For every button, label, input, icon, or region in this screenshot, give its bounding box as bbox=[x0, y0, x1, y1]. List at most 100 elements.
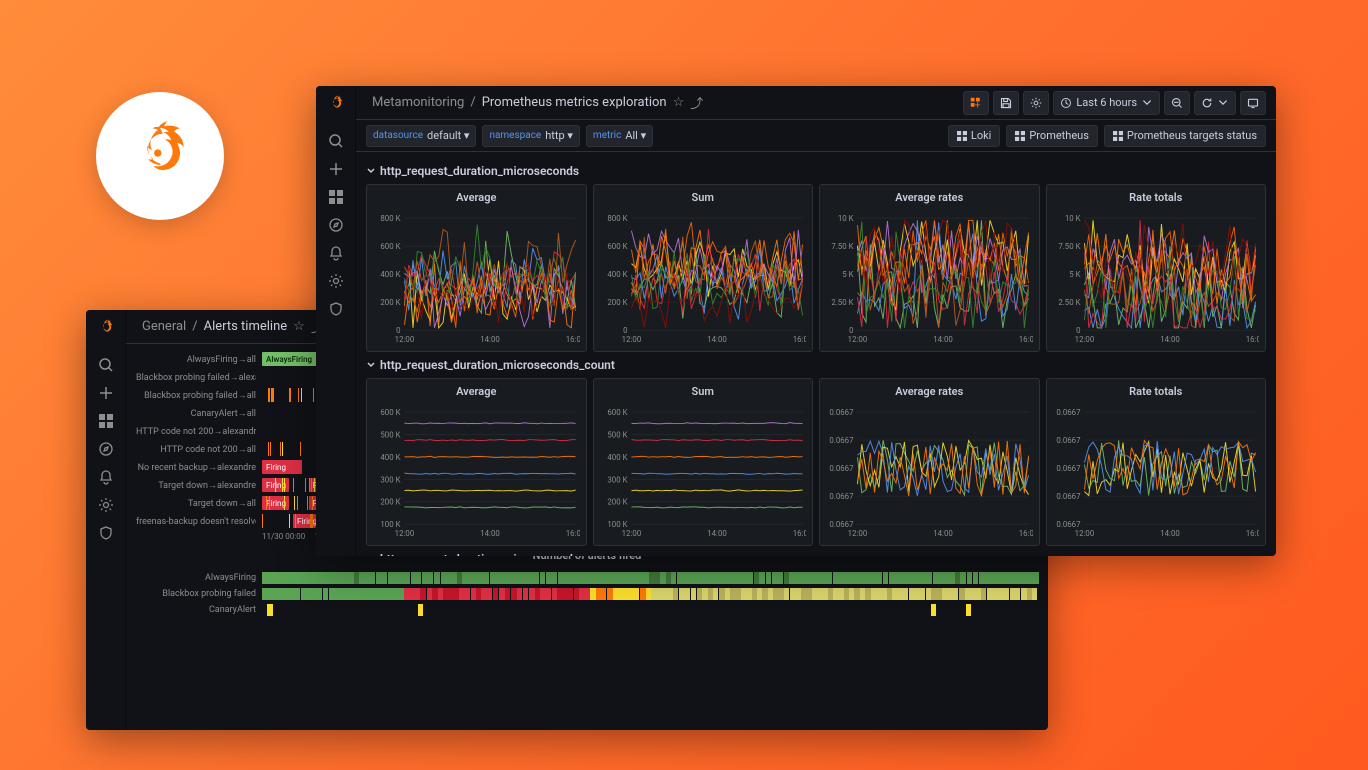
svg-text:14:00: 14:00 bbox=[1160, 529, 1180, 538]
panel[interactable]: Sum100 K200 K300 K400 K500 K600 K12:0014… bbox=[593, 378, 814, 546]
dashboard-icon[interactable] bbox=[92, 407, 120, 435]
topbar: Metamonitoring / Prometheus metrics expl… bbox=[356, 86, 1276, 120]
breadcrumb-separator: / bbox=[470, 95, 475, 110]
dashboard-link[interactable]: Loki bbox=[948, 125, 1000, 147]
svg-text:0.0667: 0.0667 bbox=[1056, 520, 1081, 529]
svg-text:2.50 K: 2.50 K bbox=[831, 298, 853, 307]
window-prometheus-metrics: Metamonitoring / Prometheus metrics expl… bbox=[316, 86, 1276, 556]
alerting-bell-icon[interactable] bbox=[92, 463, 120, 491]
alert-label: HTTP code not 200→all bbox=[136, 444, 256, 455]
alert-label: HTTP code not 200→alexandre bbox=[136, 426, 256, 437]
svg-text:800 K: 800 K bbox=[380, 214, 400, 223]
svg-text:0: 0 bbox=[1076, 326, 1080, 335]
svg-text:0: 0 bbox=[396, 326, 400, 335]
variable-metric[interactable]: metricAll ▾ bbox=[586, 125, 653, 147]
shield-icon[interactable] bbox=[322, 295, 350, 323]
breadcrumb-title[interactable]: Prometheus metrics exploration bbox=[482, 95, 667, 110]
svg-text:12:00: 12:00 bbox=[1074, 529, 1094, 538]
panel-title: Average rates bbox=[820, 185, 1039, 209]
panel[interactable]: Average rates02.50 K5 K7.50 K10 K12:0014… bbox=[819, 184, 1040, 352]
svg-text:200 K: 200 K bbox=[607, 498, 627, 507]
svg-text:16:00: 16:00 bbox=[1019, 335, 1033, 344]
svg-text:16:00: 16:00 bbox=[566, 529, 580, 538]
share-icon[interactable]: ⤴ bbox=[690, 93, 703, 112]
search-icon[interactable] bbox=[322, 127, 350, 155]
cycle-view-button[interactable] bbox=[1240, 91, 1266, 115]
row-header[interactable]: http_request_duration_microseconds_count bbox=[366, 352, 1266, 378]
svg-text:0: 0 bbox=[623, 326, 627, 335]
svg-text:0.0667: 0.0667 bbox=[1056, 408, 1081, 417]
variable-bar: datasourcedefault ▾ namespacehttp ▾ metric… bbox=[356, 120, 1276, 152]
zoom-out-button[interactable] bbox=[1164, 91, 1190, 115]
svg-text:200 K: 200 K bbox=[380, 498, 400, 507]
grafana-logo-icon[interactable] bbox=[95, 318, 117, 343]
dashboard-link[interactable]: Prometheus bbox=[1006, 125, 1098, 147]
panel[interactable]: Average100 K200 K300 K400 K500 K600 K12:… bbox=[366, 378, 587, 546]
alert-label: AlwaysFiring→all bbox=[136, 354, 256, 365]
search-icon[interactable] bbox=[92, 351, 120, 379]
svg-text:100 K: 100 K bbox=[380, 520, 400, 529]
plus-icon[interactable] bbox=[322, 155, 350, 183]
svg-text:12:00: 12:00 bbox=[848, 529, 868, 538]
plus-icon[interactable] bbox=[92, 379, 120, 407]
explore-icon[interactable] bbox=[322, 211, 350, 239]
svg-text:600 K: 600 K bbox=[607, 242, 627, 251]
row-header[interactable]: http_request_duration_microseconds_sum bbox=[366, 546, 1266, 556]
svg-text:10 K: 10 K bbox=[1064, 214, 1080, 223]
grafana-logo-icon[interactable] bbox=[325, 94, 347, 119]
alert-label: CanaryAlert→all bbox=[136, 408, 256, 419]
svg-text:400 K: 400 K bbox=[607, 453, 627, 462]
panel[interactable]: Rate totals02.50 K5 K7.50 K10 K12:0014:0… bbox=[1046, 184, 1267, 352]
settings-button[interactable] bbox=[1023, 91, 1049, 115]
fire-track[interactable] bbox=[262, 588, 1038, 600]
panel-title: Rate totals bbox=[1047, 379, 1266, 403]
time-range-picker[interactable]: Last 6 hours bbox=[1053, 91, 1160, 115]
breadcrumb-separator: / bbox=[192, 319, 197, 334]
shield-icon[interactable] bbox=[92, 519, 120, 547]
panel[interactable]: Average rates0.06670.06670.06670.06670.0… bbox=[819, 378, 1040, 546]
save-button[interactable] bbox=[993, 91, 1019, 115]
gear-icon[interactable] bbox=[322, 267, 350, 295]
svg-text:2.50 K: 2.50 K bbox=[1058, 298, 1080, 307]
variable-namespace[interactable]: namespacehttp ▾ bbox=[482, 125, 579, 147]
breadcrumb-folder[interactable]: Metamonitoring bbox=[372, 95, 464, 110]
svg-text:600 K: 600 K bbox=[607, 408, 627, 417]
fire-track[interactable] bbox=[262, 604, 1038, 616]
add-panel-button[interactable] bbox=[963, 91, 989, 115]
fire-label: Blackbox probing failed bbox=[136, 589, 256, 599]
svg-text:14:00: 14:00 bbox=[933, 529, 953, 538]
svg-text:16:00: 16:00 bbox=[1019, 529, 1033, 538]
explore-icon[interactable] bbox=[92, 435, 120, 463]
breadcrumb-title[interactable]: Alerts timeline bbox=[204, 319, 288, 334]
fire-label: CanaryAlert bbox=[136, 605, 256, 615]
alert-label: Target down→alexandre bbox=[136, 480, 256, 491]
svg-text:16:00: 16:00 bbox=[566, 335, 580, 344]
svg-text:0.0667: 0.0667 bbox=[1056, 492, 1081, 501]
svg-text:12:00: 12:00 bbox=[621, 529, 641, 538]
svg-text:0.0667: 0.0667 bbox=[1056, 436, 1081, 445]
row-header[interactable]: http_request_duration_microseconds bbox=[366, 158, 1266, 184]
star-icon[interactable]: ☆ bbox=[293, 319, 305, 334]
star-icon[interactable]: ☆ bbox=[673, 95, 685, 110]
breadcrumb-folder[interactable]: General bbox=[142, 319, 186, 334]
svg-text:200 K: 200 K bbox=[380, 298, 400, 307]
refresh-button[interactable] bbox=[1194, 91, 1236, 115]
dashboard-icon[interactable] bbox=[322, 183, 350, 211]
panel[interactable]: Sum0200 K400 K600 K800 K12:0014:0016:00 bbox=[593, 184, 814, 352]
svg-text:0.0667: 0.0667 bbox=[829, 408, 854, 417]
svg-text:500 K: 500 K bbox=[380, 430, 400, 439]
svg-text:12:00: 12:00 bbox=[621, 335, 641, 344]
panel[interactable]: Rate totals0.06670.06670.06670.06670.066… bbox=[1046, 378, 1267, 546]
panel[interactable]: Average0200 K400 K600 K800 K12:0014:0016… bbox=[366, 184, 587, 352]
svg-text:14:00: 14:00 bbox=[480, 335, 500, 344]
panel-title: Rate totals bbox=[1047, 185, 1266, 209]
gear-icon[interactable] bbox=[92, 491, 120, 519]
alerting-bell-icon[interactable] bbox=[322, 239, 350, 267]
variable-datasource[interactable]: datasourcedefault ▾ bbox=[366, 125, 476, 147]
svg-text:10 K: 10 K bbox=[838, 214, 854, 223]
fire-track[interactable] bbox=[262, 572, 1038, 584]
fire-row: CanaryAlert bbox=[136, 602, 1038, 618]
dashboard-link[interactable]: Prometheus targets status bbox=[1104, 125, 1266, 147]
alert-badge: Firing bbox=[262, 460, 302, 474]
svg-text:16:00: 16:00 bbox=[1245, 335, 1259, 344]
